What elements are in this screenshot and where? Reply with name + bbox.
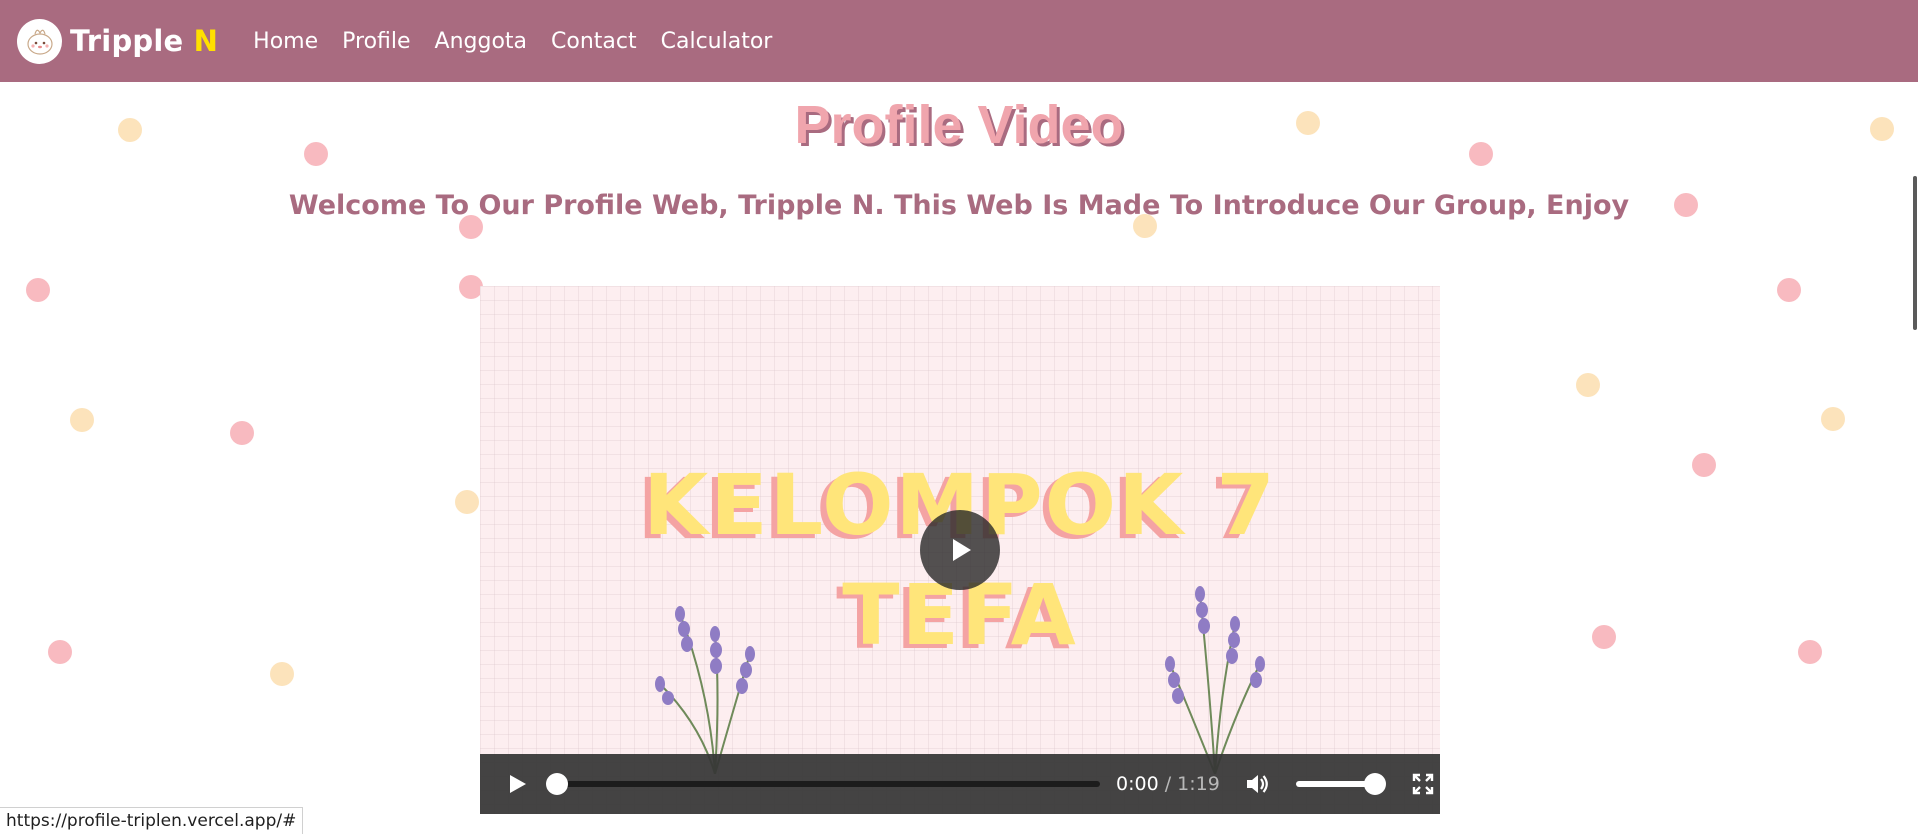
big-play-button[interactable]: [920, 510, 1000, 590]
decor-dot: [1821, 407, 1845, 431]
play-icon: [510, 775, 526, 793]
status-bar-url: https://profile-triplen.vercel.app/#: [0, 807, 304, 834]
play-button[interactable]: [502, 769, 532, 799]
navbar: Tripple N Home Profile Anggota Contact C…: [0, 0, 1918, 82]
decor-dot: [270, 662, 294, 686]
video-player[interactable]: KELOMPOK 7 TEFA 0:00 / 1:19: [480, 286, 1440, 814]
decor-dot: [1692, 453, 1716, 477]
page-subtitle: Welcome To Our Profile Web, Tripple N. T…: [288, 190, 1630, 221]
decor-dot: [1798, 640, 1822, 664]
mute-button[interactable]: [1242, 769, 1272, 799]
volume-thumb[interactable]: [1363, 773, 1386, 795]
decor-dot: [1592, 625, 1616, 649]
decor-dot: [26, 278, 50, 302]
decor-dot: [230, 421, 254, 445]
progress-bar[interactable]: [546, 773, 1100, 795]
decor-dot: [48, 640, 72, 664]
page-title: Profile Video: [794, 95, 1124, 155]
scrollbar-thumb[interactable]: [1913, 176, 1917, 330]
brand-name-accent: N: [193, 24, 219, 58]
video-controls: 0:00 / 1:19: [480, 754, 1440, 814]
progress-thumb[interactable]: [546, 773, 568, 795]
volume-slider[interactable]: [1295, 773, 1386, 795]
fullscreen-icon: [1412, 773, 1434, 795]
volume-icon: [1246, 775, 1268, 793]
fullscreen-button[interactable]: [1408, 769, 1438, 799]
decor-dot: [1777, 278, 1801, 302]
nav-link-home[interactable]: Home: [253, 29, 318, 54]
brand-name-main: Tripple: [70, 24, 194, 58]
decor-dot: [455, 490, 479, 514]
nav-link-anggota[interactable]: Anggota: [435, 29, 528, 54]
nav-link-profile[interactable]: Profile: [342, 29, 410, 54]
brand-name: Tripple N: [70, 24, 218, 58]
nav-link-calculator[interactable]: Calculator: [661, 29, 773, 54]
decor-dot: [70, 408, 94, 432]
current-time: 0:00: [1116, 773, 1159, 795]
play-icon: [953, 539, 971, 561]
duration: 1:19: [1177, 773, 1220, 795]
brand[interactable]: Tripple N: [17, 18, 218, 64]
logo-icon: [17, 18, 62, 64]
time-separator: /: [1158, 773, 1178, 795]
scrollbar[interactable]: [1910, 82, 1918, 834]
time-display: 0:00 / 1:19: [1116, 773, 1220, 795]
nav-link-contact[interactable]: Contact: [551, 29, 637, 54]
nav-links: Home Profile Anggota Contact Calculator: [253, 29, 796, 54]
decor-dot: [1576, 373, 1600, 397]
